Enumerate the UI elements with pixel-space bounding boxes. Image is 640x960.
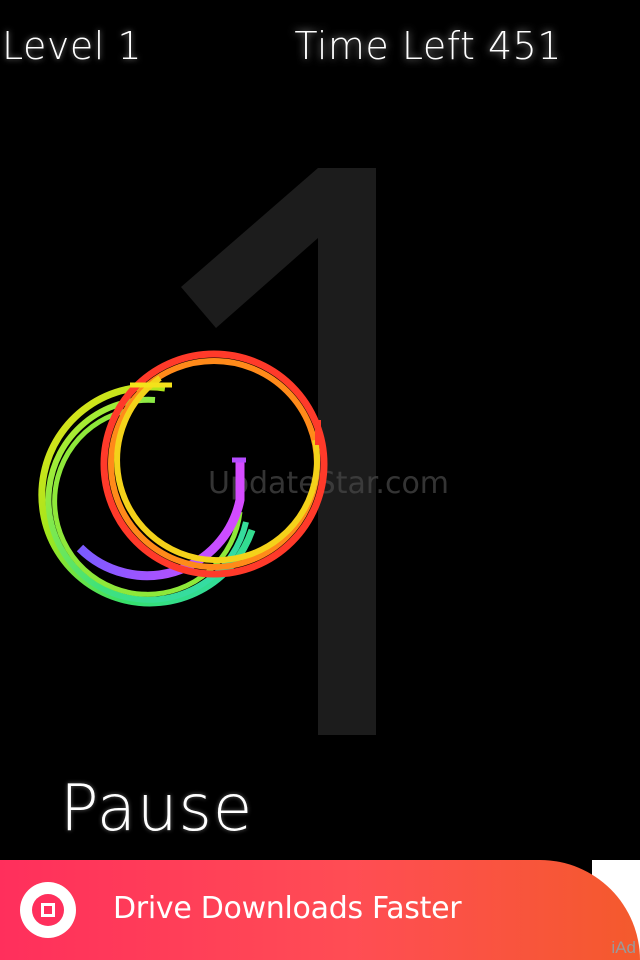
ring-right-inner (114, 375, 320, 564)
stop-square-icon (41, 903, 55, 917)
time-left-indicator: Time Left 451 (294, 24, 562, 68)
stop-circle-icon (20, 882, 76, 938)
game-screen: UpdateStar.com Level 1 Time Left 451 Pau… (0, 0, 640, 960)
pause-button[interactable]: Pause (60, 772, 253, 846)
ad-banner[interactable]: Drive Downloads Faster (0, 860, 640, 960)
iad-label: iAd (611, 938, 636, 957)
stop-circle-icon-inner (32, 894, 64, 926)
level-indicator: Level 1 (2, 24, 143, 68)
ad-text: Drive Downloads Faster (113, 891, 462, 926)
